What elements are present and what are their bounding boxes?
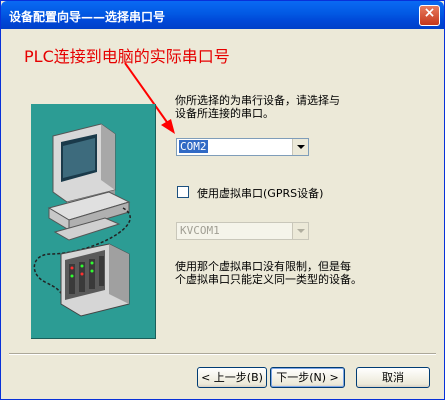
chevron-down-icon [297, 229, 305, 233]
virtual-port-label[interactable]: 使用虚拟串口(GPRS设备) [197, 185, 323, 201]
close-icon: × [423, 5, 436, 21]
illustration-panel [31, 104, 156, 339]
back-button[interactable]: < 上一步(B) [197, 367, 267, 388]
virtual-port-select: KVCOM1 [176, 222, 309, 240]
virtual-port-value: KVCOM1 [180, 224, 220, 237]
instruction-text: 你所选择的为串行设备，请选择与 设备所连接的串口。 [175, 94, 340, 120]
wizard-window: 设备配置向导——选择串口号 × PLC连接到电脑的实际串口号 你所选择的为串行设… [0, 0, 445, 400]
note-text: 使用那个虚拟串口没有限制，但是每 个虚拟串口只能定义同一类型的设备。 [175, 260, 362, 286]
plc-device-icon [60, 243, 130, 317]
com-port-value: COM2 [179, 140, 208, 153]
footer-separator [9, 353, 436, 355]
com-port-select[interactable]: COM2 [176, 138, 309, 156]
dropdown-button-disabled [292, 223, 308, 239]
cancel-button[interactable]: 取消 [356, 367, 430, 388]
virtual-port-checkbox[interactable] [177, 186, 189, 198]
computer-icon [47, 123, 131, 241]
annotation-label: PLC连接到电脑的实际串口号 [24, 47, 230, 66]
title-bar[interactable]: 设备配置向导——选择串口号 × [1, 1, 444, 29]
window-title: 设备配置向导——选择串口号 [9, 10, 166, 24]
close-button[interactable]: × [419, 5, 440, 26]
next-button[interactable]: 下一步(N) > [270, 367, 345, 388]
chevron-down-icon [297, 145, 305, 149]
dropdown-button[interactable] [292, 139, 308, 155]
